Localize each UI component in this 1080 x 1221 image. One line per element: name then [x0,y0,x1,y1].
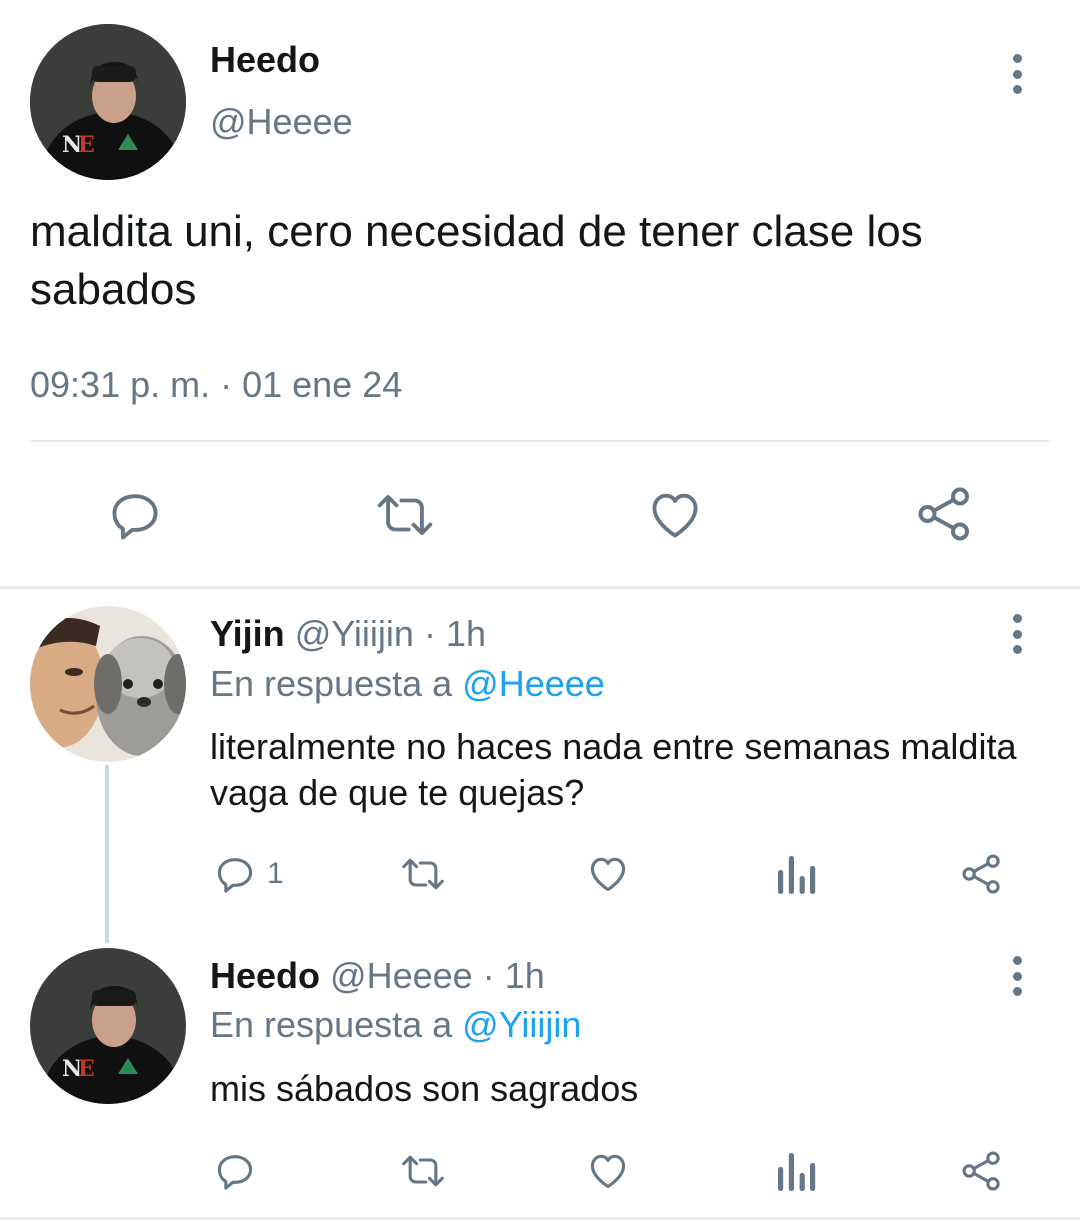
avatar[interactable]: N E [30,24,186,180]
replying-to-label: En respuesta a [210,663,453,704]
retweet-button[interactable] [398,852,448,896]
share-icon [962,854,1000,894]
svg-text:E: E [78,1056,95,1082]
share-icon [918,487,969,541]
retweet-icon [402,858,444,890]
divider [0,1217,1080,1220]
reply-button[interactable] [213,1149,257,1193]
separator: · [482,955,495,996]
more-options-icon[interactable] [1009,614,1025,654]
share-icon [962,1151,1000,1191]
replying-to: En respuesta a @Heeee [210,662,605,706]
share-button[interactable] [915,484,975,544]
analytics-button[interactable] [776,1149,816,1193]
author-name[interactable]: Yijin [210,613,285,654]
separator: · [423,613,436,654]
tweet-text: literalmente no haces nada entre semanas… [210,726,1017,813]
like-button[interactable] [585,852,631,896]
reply-header: Yijin @Yiiijin · 1h [210,612,486,656]
analytics-icon [778,856,816,894]
replying-to: En respuesta a @Yiiijin [210,1003,581,1047]
more-options-icon[interactable] [1009,956,1025,996]
analytics-icon [778,1153,816,1191]
replying-to-label: En respuesta a [210,1004,453,1045]
like-icon [652,493,698,538]
reply-header: Heedo @Heeee · 1h [210,954,545,998]
share-button[interactable] [960,852,1004,896]
divider [30,440,1050,442]
avatar[interactable]: N E [30,948,186,1104]
reply-button[interactable]: 1 [213,852,284,896]
author-handle[interactable]: @Heeee [330,955,473,996]
tweet-time[interactable]: 1h [505,955,545,996]
retweet-icon [402,1155,444,1187]
avatar[interactable] [30,606,186,762]
author-handle[interactable]: @Yiiijin [295,613,414,654]
mention-link[interactable]: @Yiiijin [462,1004,581,1045]
retweet-icon [377,494,433,536]
reply-icon [217,858,253,893]
author-handle[interactable]: @Heeee [210,100,353,144]
tweet-text: maldita uni, cero necesidad de tener cla… [30,207,923,314]
divider [0,586,1080,589]
author-name[interactable]: Heedo [210,38,320,82]
retweet-button[interactable] [372,486,438,544]
tweet-text: mis sábados son sagrados [210,1068,639,1109]
retweet-button[interactable] [398,1149,448,1193]
reply-icon [112,494,158,540]
share-button[interactable] [960,1149,1004,1193]
reply-icon [217,1155,253,1190]
reply-count: 1 [267,857,284,890]
svg-text:E: E [78,132,95,158]
tweet-timestamp[interactable]: 09:31 p. m. · 01 ene 24 [30,363,402,407]
analytics-button[interactable] [776,852,816,896]
mention-link[interactable]: @Heeee [462,663,605,704]
like-icon [590,1154,626,1189]
like-button[interactable] [645,486,705,544]
reply-button[interactable] [106,486,164,544]
tweet-time[interactable]: 1h [446,613,486,654]
thread-line [105,765,109,943]
like-button[interactable] [585,1149,631,1193]
more-options-icon[interactable] [1009,54,1025,94]
like-icon [590,857,626,892]
author-name[interactable]: Heedo [210,955,320,996]
